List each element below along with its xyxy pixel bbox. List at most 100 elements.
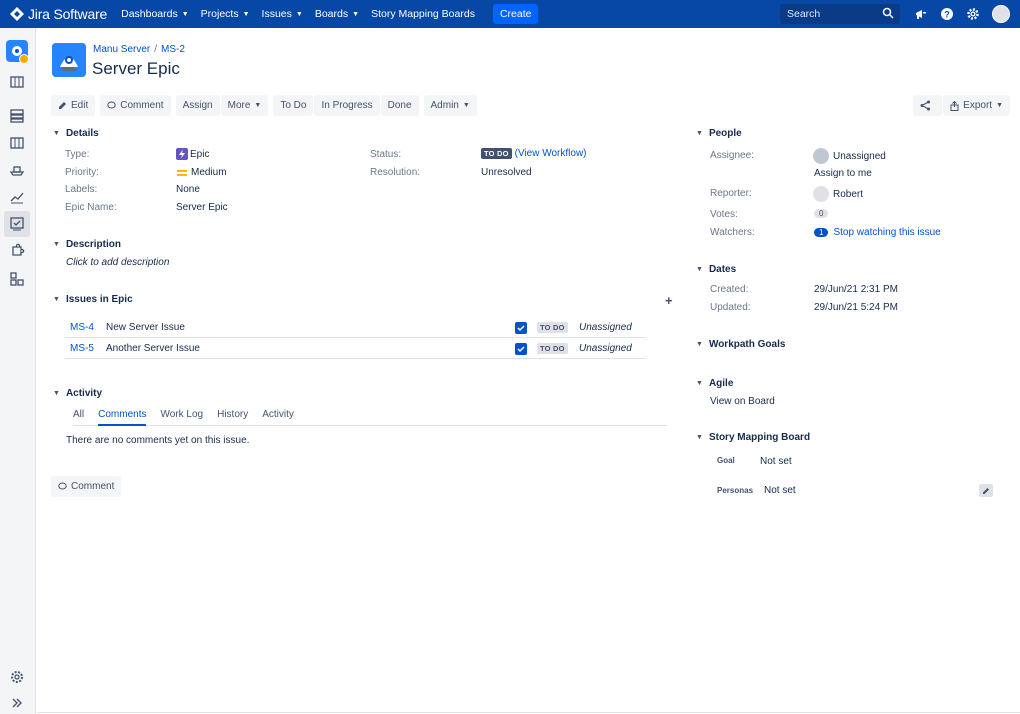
project-badge xyxy=(19,54,29,64)
nav-dashboards[interactable]: Dashboards ▼ xyxy=(121,8,189,20)
in-progress-button[interactable]: In Progress xyxy=(314,95,380,116)
create-button[interactable]: Create xyxy=(492,4,539,24)
resolution-label: Resolution: xyxy=(370,167,421,178)
status-lozenge: TO DO xyxy=(481,148,512,159)
components-icon[interactable] xyxy=(8,270,26,288)
chevron-down-icon: ▼ xyxy=(53,130,60,137)
dates-toggle[interactable]: ▼ Dates xyxy=(696,264,736,275)
view-workflow-link[interactable]: (View Workflow) xyxy=(515,148,587,159)
breadcrumb-separator: / xyxy=(154,44,158,55)
user-avatar[interactable] xyxy=(992,5,1010,23)
more-button[interactable]: More ▼ xyxy=(220,95,269,116)
issues-icon[interactable] xyxy=(8,215,26,233)
story-mapping-toggle[interactable]: ▼ Story Mapping Board xyxy=(696,432,810,443)
updated-label: Updated: xyxy=(710,302,751,313)
tab-history[interactable]: History xyxy=(217,409,248,426)
export-icon xyxy=(950,100,959,111)
tab-work-log[interactable]: Work Log xyxy=(160,409,203,426)
pencil-icon xyxy=(983,487,989,494)
comment-icon xyxy=(58,482,67,490)
board-icon[interactable] xyxy=(8,134,26,152)
settings-icon[interactable] xyxy=(8,668,26,686)
priority-value: Medium xyxy=(177,167,227,178)
goal-label: Goal xyxy=(717,456,735,465)
nav-projects[interactable]: Projects ▼ xyxy=(201,8,250,20)
announcement-icon[interactable] xyxy=(914,7,928,21)
issue-content: Manu Server / MS-2 Server Epic Edit Commen… xyxy=(37,28,1020,714)
resolution-value: Unresolved xyxy=(481,167,532,178)
created-label: Created: xyxy=(710,284,749,295)
issue-assignee: Unassigned xyxy=(579,321,632,333)
share-button[interactable] xyxy=(913,95,943,116)
page-title: Server Epic xyxy=(92,59,180,78)
help-icon[interactable]: ? xyxy=(940,7,954,21)
chevron-down-icon: ▼ xyxy=(242,10,250,18)
people-toggle[interactable]: ▼ People xyxy=(696,128,742,139)
nav-boards[interactable]: Boards ▼ xyxy=(315,8,359,20)
nav-issues[interactable]: Issues ▼ xyxy=(262,8,303,20)
svg-text:?: ? xyxy=(944,10,950,20)
issues-in-epic-toggle[interactable]: ▼ Issues in Epic xyxy=(53,294,133,305)
breadcrumb-project-link[interactable]: Manu Server xyxy=(93,44,150,55)
epic-name-label: Epic Name: xyxy=(65,202,117,213)
comment-button[interactable]: Comment xyxy=(100,95,171,116)
issue-key-link[interactable]: MS-4 xyxy=(70,322,94,333)
done-button[interactable]: Done xyxy=(380,95,419,116)
settings-icon[interactable] xyxy=(966,7,980,21)
assign-to-me-link[interactable]: Assign to me xyxy=(814,168,872,179)
reports-icon[interactable] xyxy=(8,188,26,206)
edit-button[interactable]: Edit xyxy=(51,95,96,116)
search-icon xyxy=(882,7,894,19)
votes-label: Votes: xyxy=(710,209,738,220)
personas-label: Personas xyxy=(717,486,754,495)
issue-summary: New Server Issue xyxy=(106,321,185,333)
backlog-icon[interactable] xyxy=(8,73,26,91)
logo-text: Jira Software xyxy=(28,6,108,22)
todo-button[interactable]: To Do xyxy=(273,95,314,116)
ship-icon[interactable] xyxy=(8,161,26,179)
assignee-label: Assignee: xyxy=(710,150,754,161)
priority-label: Priority: xyxy=(65,167,99,178)
export-button[interactable]: Export ▼ xyxy=(943,95,1010,116)
add-comment-button[interactable]: Comment xyxy=(51,476,122,497)
votes-value[interactable]: 0 xyxy=(814,209,829,218)
issue-key-link[interactable]: MS-5 xyxy=(70,343,94,354)
tab-all[interactable]: All xyxy=(73,409,84,426)
watchers-count[interactable]: 1 xyxy=(814,228,829,237)
medium-priority-icon xyxy=(177,169,187,176)
search-input[interactable]: Search xyxy=(780,4,900,24)
story-type-icon xyxy=(515,343,527,355)
edit-personas-button[interactable] xyxy=(979,484,993,497)
description-toggle[interactable]: ▼ Description xyxy=(53,239,121,250)
jira-logo[interactable]: Jira Software xyxy=(10,6,107,22)
releases-icon[interactable] xyxy=(8,107,26,125)
epic-issues-table: MS-4 New Server Issue TO DO Unassigned M… xyxy=(65,317,646,359)
admin-button[interactable]: Admin ▼ xyxy=(423,95,477,116)
agile-toggle[interactable]: ▼ Agile xyxy=(696,378,733,389)
view-on-board-link[interactable]: View on Board xyxy=(710,396,775,407)
chevron-down-icon: ▼ xyxy=(181,10,189,18)
labels-value[interactable]: None xyxy=(176,184,200,195)
workpath-goals-toggle[interactable]: ▼ Workpath Goals xyxy=(696,339,785,350)
jira-icon xyxy=(10,7,24,21)
tab-activity[interactable]: Activity xyxy=(262,409,294,426)
stop-watching-link[interactable]: Stop watching this issue xyxy=(833,227,940,238)
share-icon xyxy=(920,100,931,111)
breadcrumb-issue-link[interactable]: MS-2 xyxy=(161,44,185,55)
expand-icon[interactable] xyxy=(8,694,26,712)
add-issue-icon[interactable]: + xyxy=(665,293,673,308)
addons-icon[interactable] xyxy=(8,242,26,260)
assign-button[interactable]: Assign xyxy=(175,95,220,116)
chevron-down-icon: ▼ xyxy=(53,241,60,248)
chevron-down-icon: ▼ xyxy=(462,102,470,109)
chevron-down-icon: ▼ xyxy=(53,296,60,303)
table-row: MS-5 Another Server Issue TO DO Unassign… xyxy=(65,338,646,359)
activity-toggle[interactable]: ▼ Activity xyxy=(53,388,102,399)
tab-comments[interactable]: Comments xyxy=(98,409,147,426)
details-toggle[interactable]: ▼ Details xyxy=(53,128,99,139)
epic-name-value[interactable]: Server Epic xyxy=(176,202,228,213)
chevron-down-icon: ▼ xyxy=(53,390,60,397)
description-placeholder[interactable]: Click to add description xyxy=(66,257,169,268)
issue-assignee: Unassigned xyxy=(579,342,632,354)
nav-story-mapping-boards[interactable]: Story Mapping Boards xyxy=(371,8,475,20)
